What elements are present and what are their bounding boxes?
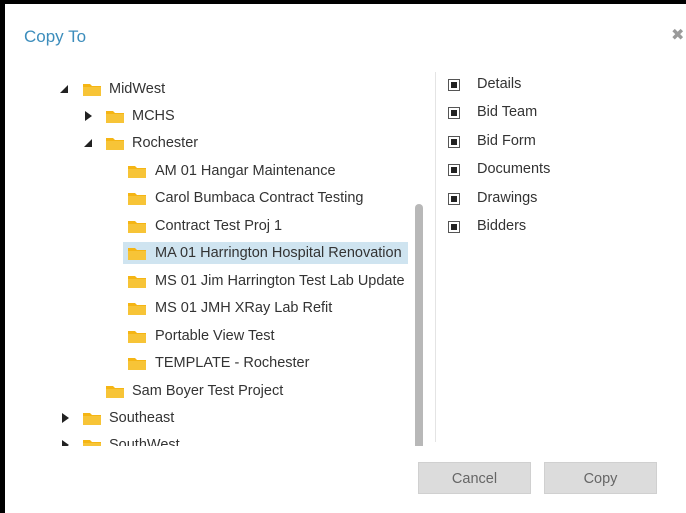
- tree-item-project[interactable]: Contract Test Proj 1: [5, 215, 430, 237]
- panel-divider: [435, 72, 436, 442]
- caret-right-icon[interactable]: [62, 440, 69, 446]
- folder-icon: [128, 221, 146, 233]
- tree-item-label: MidWest: [109, 81, 166, 97]
- folder-icon: [106, 111, 124, 123]
- tree-item-label: Sam Boyer Test Project: [132, 383, 284, 399]
- tree-item-mchs[interactable]: MCHS: [5, 105, 430, 127]
- option-label: Details: [477, 76, 522, 92]
- tree-item-label: SouthWest: [109, 437, 180, 446]
- folder-icon: [128, 358, 146, 370]
- tree-item-rochester[interactable]: Rochester: [5, 132, 430, 154]
- option-label: Bidders: [477, 218, 527, 234]
- tree-item-label: MCHS: [132, 108, 175, 124]
- folder-icon: [106, 138, 124, 150]
- tree-item-southeast[interactable]: Southeast: [5, 407, 430, 429]
- copy-button[interactable]: Copy: [544, 462, 657, 494]
- checkbox-icon[interactable]: [448, 79, 460, 91]
- folder-icon: [128, 276, 146, 288]
- folder-icon: [128, 248, 146, 260]
- tree-item-label: Carol Bumbaca Contract Testing: [155, 190, 364, 206]
- folder-icon: [83, 84, 101, 96]
- copy-to-dialog: Copy To ✖ MidWest MCHS Rochester AM 01 H…: [5, 4, 686, 513]
- caret-down-icon[interactable]: [60, 85, 68, 93]
- caret-right-icon[interactable]: [62, 413, 69, 423]
- tree-item-label: MS 01 JMH XRay Lab Refit: [155, 300, 333, 316]
- folder-icon: [128, 166, 146, 178]
- option-label: Drawings: [477, 190, 538, 206]
- tree-item-label: Contract Test Proj 1: [155, 218, 283, 234]
- close-icon[interactable]: ✖: [671, 25, 684, 45]
- checkbox-icon[interactable]: [448, 107, 460, 119]
- checkbox-icon[interactable]: [448, 136, 460, 148]
- caret-down-icon[interactable]: [84, 139, 92, 147]
- tree-item-project[interactable]: MS 01 JMH XRay Lab Refit: [5, 297, 430, 319]
- tree-item-project[interactable]: Sam Boyer Test Project: [5, 380, 430, 402]
- tree-item-label: Southeast: [109, 410, 175, 426]
- tree-item-label: AM 01 Hangar Maintenance: [155, 163, 336, 179]
- dialog-title: Copy To: [24, 27, 87, 46]
- folder-icon: [83, 440, 101, 446]
- tree-item-project[interactable]: Portable View Test: [5, 325, 430, 347]
- tree-item-project[interactable]: Carol Bumbaca Contract Testing: [5, 187, 430, 209]
- folder-icon: [128, 193, 146, 205]
- tree-item-southwest[interactable]: SouthWest: [5, 434, 430, 446]
- folder-icon: [128, 331, 146, 343]
- tree-item-project-selected[interactable]: MA 01 Harrington Hospital Renovation: [5, 242, 430, 264]
- folder-icon: [83, 413, 101, 425]
- tree-scrollbar[interactable]: [415, 204, 423, 446]
- folder-icon: [106, 386, 124, 398]
- tree-item-project[interactable]: TEMPLATE - Rochester: [5, 352, 430, 374]
- tree-item-label: MS 01 Jim Harrington Test Lab Update: [155, 273, 405, 289]
- checkbox-icon[interactable]: [448, 164, 460, 176]
- tree-item-label: TEMPLATE - Rochester: [155, 355, 310, 371]
- tree-item-label: Rochester: [132, 135, 199, 151]
- cancel-button[interactable]: Cancel: [418, 462, 531, 494]
- tree-item-midwest[interactable]: MidWest: [5, 78, 430, 100]
- option-label: Bid Team: [477, 104, 538, 120]
- tree-item-label: MA 01 Harrington Hospital Renovation: [152, 242, 405, 264]
- tree-item-project[interactable]: AM 01 Hangar Maintenance: [5, 160, 430, 182]
- option-label: Documents: [477, 161, 551, 177]
- tree-item-label: Portable View Test: [155, 328, 275, 344]
- checkbox-icon[interactable]: [448, 221, 460, 233]
- folder-tree: MidWest MCHS Rochester AM 01 Hangar Main…: [5, 74, 430, 446]
- option-label: Bid Form: [477, 133, 536, 149]
- checkbox-icon[interactable]: [448, 193, 460, 205]
- folder-icon: [128, 303, 146, 315]
- caret-right-icon[interactable]: [85, 111, 92, 121]
- tree-item-project[interactable]: MS 01 Jim Harrington Test Lab Update: [5, 270, 430, 292]
